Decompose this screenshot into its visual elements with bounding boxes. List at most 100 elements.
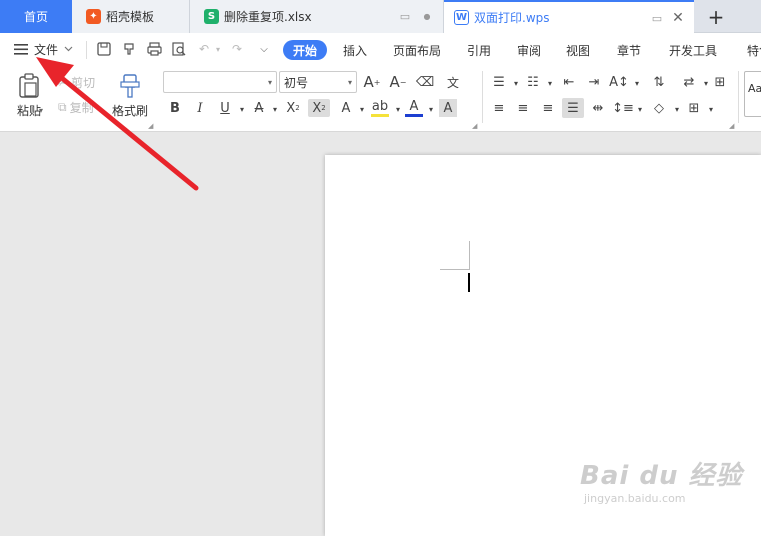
tab-home-label: 首页 bbox=[23, 10, 48, 24]
character-shading-icon[interactable]: A bbox=[439, 99, 457, 117]
hamburger-icon bbox=[14, 43, 28, 55]
font-size-value: 初号 bbox=[284, 75, 309, 90]
tab-docer-template[interactable]: ✦ 稻壳模板 bbox=[72, 0, 190, 33]
tab-document[interactable]: W 双面打印.wps ▭ ✕ bbox=[444, 0, 694, 33]
clipboard-group-launcher-icon[interactable]: ◢ bbox=[148, 122, 153, 130]
borders-icon[interactable]: ⊞ bbox=[685, 99, 703, 117]
paste-label: 粘贴 bbox=[16, 104, 41, 118]
undo-dropdown-icon[interactable]: ▾ bbox=[210, 41, 226, 57]
show-hide-marks-icon[interactable]: ⇄ bbox=[680, 73, 698, 91]
chinese-layout-dropdown-icon[interactable]: ▾ bbox=[628, 74, 646, 92]
customize-toolbar-icon[interactable]: ⌵ bbox=[256, 41, 272, 57]
bullet-list-dropdown-icon[interactable]: ▾ bbox=[507, 74, 525, 92]
tab-developer-tools[interactable]: 开发工具 bbox=[667, 40, 719, 60]
monitor-icon[interactable]: ▭ bbox=[398, 9, 412, 23]
shading-icon[interactable]: ◇ bbox=[650, 99, 668, 117]
tab-spreadsheet-label: 删除重复项.xlsx bbox=[224, 10, 312, 24]
borders-dropdown-icon[interactable]: ▾ bbox=[702, 100, 720, 118]
chinese-layout-icon[interactable]: A↕ bbox=[609, 73, 629, 91]
monitor-icon[interactable]: ▭ bbox=[650, 11, 664, 25]
bullet-list-icon[interactable]: ☰ bbox=[490, 73, 508, 91]
underline-dropdown-icon[interactable]: ▾ bbox=[233, 100, 251, 118]
font-name-select[interactable]: ▾ bbox=[163, 71, 277, 93]
superscript-icon[interactable]: X2 bbox=[284, 99, 302, 117]
increase-font-size-icon[interactable]: A + bbox=[363, 73, 381, 91]
docer-logo-icon: ✦ bbox=[86, 9, 101, 24]
text-effect-dropdown-icon[interactable]: ▾ bbox=[353, 100, 371, 118]
paste-dropdown-icon[interactable]: ▾ bbox=[39, 106, 43, 115]
subscript-icon[interactable]: X2 bbox=[308, 99, 330, 117]
italic-icon[interactable]: I bbox=[191, 99, 209, 117]
highlight-icon[interactable]: ab bbox=[371, 99, 389, 117]
sort-icon[interactable]: ⇅ bbox=[650, 73, 668, 91]
phonetic-guide-icon[interactable]: 文 bbox=[444, 73, 462, 91]
tab-section[interactable]: 章节 bbox=[615, 40, 643, 60]
decrease-indent-icon[interactable]: ⇤ bbox=[560, 73, 578, 91]
watermark-brand: Bai du 经验 bbox=[580, 461, 743, 491]
divider bbox=[86, 41, 87, 59]
close-icon[interactable]: ✕ bbox=[671, 10, 685, 26]
numbered-list-icon[interactable]: ☷ bbox=[524, 73, 542, 91]
font-color-icon[interactable]: A bbox=[405, 99, 423, 117]
format-painter-quick-icon[interactable] bbox=[121, 41, 137, 57]
print-icon[interactable] bbox=[146, 41, 162, 57]
text-cursor bbox=[468, 273, 470, 292]
cut-label: 剪切 bbox=[71, 76, 96, 90]
tab-document-label: 双面打印.wps bbox=[474, 11, 550, 25]
chevron-down-icon: ▾ bbox=[347, 78, 352, 87]
chevron-down-icon: ▾ bbox=[267, 78, 272, 87]
underline-icon[interactable]: U bbox=[216, 99, 234, 117]
tab-page-layout[interactable]: 页面布局 bbox=[392, 40, 442, 60]
cut-button[interactable]: ✂ 剪切 bbox=[58, 74, 95, 91]
clipboard-icon bbox=[19, 73, 39, 98]
paragraph-group-launcher-icon[interactable]: ◢ bbox=[729, 122, 734, 130]
table-icon[interactable]: ⊞ bbox=[711, 73, 729, 91]
format-painter-label: 格式刷 bbox=[111, 104, 148, 118]
copy-icon: ⧉ bbox=[58, 100, 67, 114]
format-painter-button[interactable]: 格式刷 bbox=[108, 73, 152, 119]
style-gallery-item[interactable]: Aa bbox=[744, 71, 761, 117]
tab-home-ribbon[interactable]: 开始 bbox=[283, 40, 327, 60]
font-group-launcher-icon[interactable]: ◢ bbox=[472, 122, 477, 130]
font-size-select[interactable]: 初号 ▾ bbox=[279, 71, 357, 93]
increase-indent-icon[interactable]: ⇥ bbox=[585, 73, 603, 91]
decrease-font-size-icon[interactable]: A − bbox=[389, 73, 407, 91]
tab-references[interactable]: 引用 bbox=[465, 40, 493, 60]
distributed-align-icon[interactable]: ⇹ bbox=[589, 99, 607, 117]
line-spacing-icon[interactable]: ↕≡ bbox=[612, 99, 634, 117]
divider bbox=[738, 71, 739, 123]
tab-special[interactable]: 特色 bbox=[744, 40, 761, 60]
watermark-url: jingyan.baidu.com bbox=[584, 492, 686, 505]
align-left-icon[interactable]: ≡ bbox=[490, 99, 508, 117]
redo-icon[interactable]: ↷ bbox=[229, 41, 245, 57]
shading-dropdown-icon[interactable]: ▾ bbox=[668, 100, 686, 118]
file-menu-button[interactable]: 文件 bbox=[14, 40, 73, 58]
tab-view[interactable]: 视图 bbox=[564, 40, 592, 60]
document-tab-bar: 首页 ✦ 稻壳模板 S 删除重复项.xlsx ▭ ● W 双面打印.wps ▭ … bbox=[0, 0, 761, 33]
tab-review[interactable]: 审阅 bbox=[515, 40, 543, 60]
justify-icon[interactable]: ☰ bbox=[562, 98, 584, 118]
save-icon[interactable] bbox=[96, 41, 112, 57]
spreadsheet-icon: S bbox=[204, 9, 219, 24]
numbered-list-dropdown-icon[interactable]: ▾ bbox=[541, 74, 559, 92]
unsaved-dot-icon[interactable]: ● bbox=[420, 9, 434, 23]
tab-spreadsheet[interactable]: S 删除重复项.xlsx ▭ ● bbox=[190, 0, 444, 33]
font-color-dropdown-icon[interactable]: ▾ bbox=[422, 100, 440, 118]
copy-label: 复制 bbox=[69, 101, 94, 115]
file-menu-label: 文件 bbox=[34, 42, 59, 57]
writer-doc-icon: W bbox=[454, 10, 469, 25]
tab-insert[interactable]: 插入 bbox=[340, 40, 370, 60]
print-preview-icon[interactable] bbox=[171, 41, 187, 57]
menu-bar: 文件 ↶ ▾ ↷ ⌵ 开始 插入 页面布局 引用 审阅 视图 章节 开发工具 特… bbox=[0, 33, 761, 65]
divider bbox=[482, 71, 483, 123]
bold-icon[interactable]: B bbox=[166, 99, 184, 117]
format-painter-icon bbox=[120, 74, 140, 98]
copy-button[interactable]: ⧉ 复制 bbox=[58, 99, 94, 116]
strikethrough-dropdown-icon[interactable]: ▾ bbox=[266, 100, 284, 118]
line-spacing-dropdown-icon[interactable]: ▾ bbox=[631, 100, 649, 118]
new-tab-button[interactable]: + bbox=[700, 4, 732, 29]
tab-home[interactable]: 首页 bbox=[0, 0, 72, 33]
align-right-icon[interactable]: ≡ bbox=[539, 99, 557, 117]
clear-format-icon[interactable]: ⌫ bbox=[416, 73, 434, 91]
align-center-icon[interactable]: ≡ bbox=[514, 99, 532, 117]
